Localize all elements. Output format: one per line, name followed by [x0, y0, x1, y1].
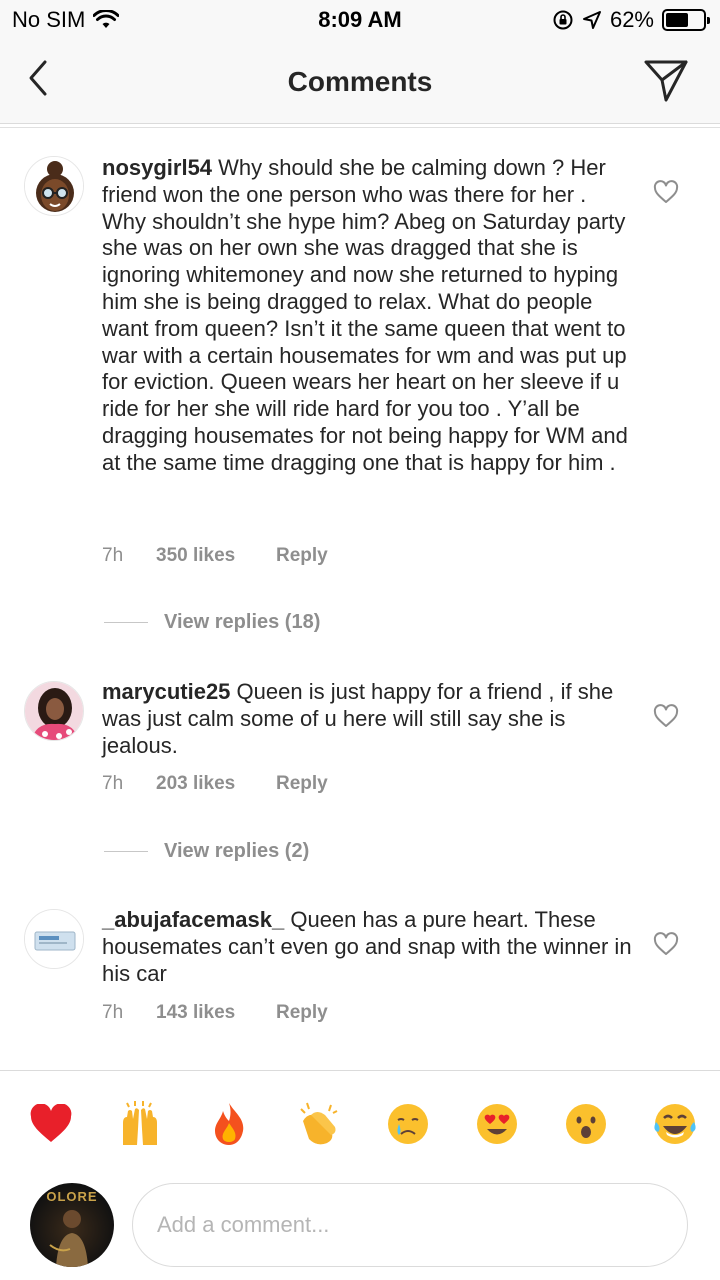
profile-photo-icon: [25, 682, 83, 740]
view-replies-button[interactable]: View replies (18): [104, 611, 320, 634]
raising-hands-emoji-button[interactable]: [117, 1101, 163, 1147]
surprised-face-icon: [565, 1104, 606, 1144]
clapping-hands-emoji-button[interactable]: [295, 1101, 341, 1147]
comment-username[interactable]: marycutie25: [102, 679, 230, 704]
reply-button[interactable]: Reply: [276, 773, 328, 795]
view-replies-label: View replies (18): [164, 611, 321, 633]
current-user-avatar[interactable]: OLORE: [30, 1183, 114, 1267]
heart-eyes-emoji-button[interactable]: [474, 1101, 520, 1147]
reply-button[interactable]: Reply: [276, 1002, 328, 1024]
clapping-hands-icon: [300, 1102, 338, 1145]
view-replies-label: View replies (2): [164, 840, 310, 862]
fire-icon: [215, 1103, 244, 1145]
face-mask-product-icon: [25, 910, 83, 968]
likes-count[interactable]: 143 likes: [156, 1002, 276, 1024]
heart-eyes-icon: [476, 1104, 517, 1144]
raising-hands-icon: [123, 1101, 158, 1145]
comment-meta: 7h 203 likes Reply: [102, 773, 328, 795]
likes-count[interactable]: 203 likes: [156, 773, 276, 795]
comment-time: 7h: [102, 1002, 124, 1023]
divider: [104, 622, 148, 623]
battery-icon: [662, 9, 710, 31]
comment-username[interactable]: nosygirl54: [102, 155, 212, 180]
avatar[interactable]: [24, 156, 84, 216]
heart-icon[interactable]: [653, 180, 679, 204]
page-title: Comments: [287, 66, 433, 97]
comment-input[interactable]: [133, 1184, 687, 1266]
divider: [104, 851, 148, 852]
comment-text: _abujafacemask_ Queen has a pure heart. …: [102, 907, 632, 987]
nav-bar: Comments: [0, 40, 720, 124]
comment-username[interactable]: _abujafacemask_: [102, 907, 284, 932]
status-icons: 62%: [544, 7, 710, 33]
heart-icon[interactable]: [653, 704, 679, 728]
avatar-brand-text: OLORE: [46, 1189, 98, 1204]
view-replies-button[interactable]: View replies (2): [104, 840, 309, 863]
comment-meta: 7h 143 likes Reply: [102, 1002, 328, 1024]
bitmoji-avatar-icon: [25, 157, 83, 215]
avatar[interactable]: [24, 909, 84, 969]
comment-input-wrapper: [132, 1183, 688, 1267]
tears-of-joy-icon: [654, 1104, 696, 1144]
avatar[interactable]: [24, 681, 84, 741]
crying-face-emoji-button[interactable]: [385, 1101, 431, 1147]
comment-meta: 7h 350 likes Reply: [102, 545, 328, 567]
status-bar: No SIM 8:09 AM 62%: [0, 0, 720, 40]
tears-of-joy-emoji-button[interactable]: [652, 1101, 698, 1147]
paper-plane-icon[interactable]: [642, 56, 690, 104]
heart-emoji-button[interactable]: [28, 1101, 74, 1147]
battery-level: [666, 13, 689, 27]
comment-text: marycutie25 Queen is just happy for a fr…: [102, 679, 632, 759]
divider: [0, 127, 720, 128]
heart-icon[interactable]: [653, 932, 679, 956]
comment-time: 7h: [102, 773, 124, 794]
crying-face-icon: [387, 1104, 428, 1144]
reply-button[interactable]: Reply: [276, 545, 328, 567]
comment-body: Why should she be calming down ? Her fri…: [102, 155, 628, 475]
surprised-face-emoji-button[interactable]: [563, 1101, 609, 1147]
fire-emoji-button[interactable]: [206, 1101, 252, 1147]
comment-time: 7h: [102, 545, 124, 566]
comment-text: nosygirl54 Why should she be calming dow…: [102, 155, 632, 477]
rotation-lock-icon: [553, 10, 573, 30]
heart-emoji-icon: [30, 1104, 72, 1142]
comment-composer: OLORE: [0, 1070, 720, 1280]
likes-count[interactable]: 350 likes: [156, 545, 276, 567]
battery-percent: 62%: [609, 7, 654, 32]
quick-reactions: [28, 1101, 698, 1147]
location-icon: [582, 11, 601, 29]
